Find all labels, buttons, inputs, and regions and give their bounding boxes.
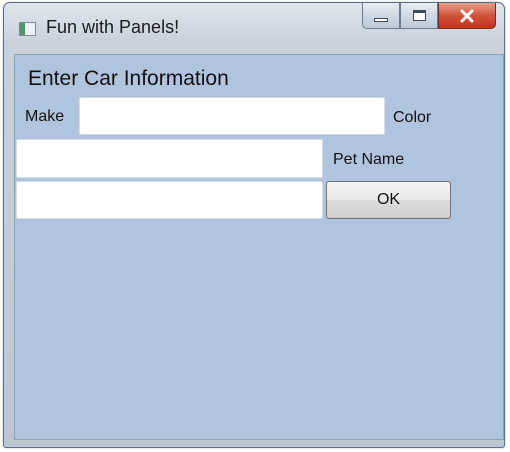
- form-heading: Enter Car Information: [28, 67, 229, 90]
- ok-button[interactable]: OK: [326, 181, 451, 219]
- make-input[interactable]: [79, 97, 385, 135]
- app-window: Fun with Panels! Enter Car Information M…: [3, 2, 505, 448]
- minimize-icon: [374, 17, 388, 22]
- maximize-button[interactable]: [400, 3, 438, 29]
- window-app-icon[interactable]: [19, 22, 36, 36]
- color-input[interactable]: [16, 139, 323, 178]
- close-icon: [460, 9, 474, 22]
- maximize-icon: [412, 10, 426, 21]
- car-info-panel: Enter Car Information Make Color Pet Nam…: [14, 54, 504, 440]
- window-title: Fun with Panels!: [46, 17, 180, 37]
- title-bar[interactable]: Fun with Panels!: [4, 3, 504, 55]
- pet-name-label: Pet Name: [333, 151, 405, 168]
- minimize-button[interactable]: [362, 3, 400, 29]
- pet-name-input[interactable]: [16, 181, 323, 219]
- close-button[interactable]: [438, 3, 496, 29]
- color-label: Color: [393, 109, 432, 126]
- caption-buttons: [362, 3, 496, 33]
- make-label: Make: [25, 108, 65, 125]
